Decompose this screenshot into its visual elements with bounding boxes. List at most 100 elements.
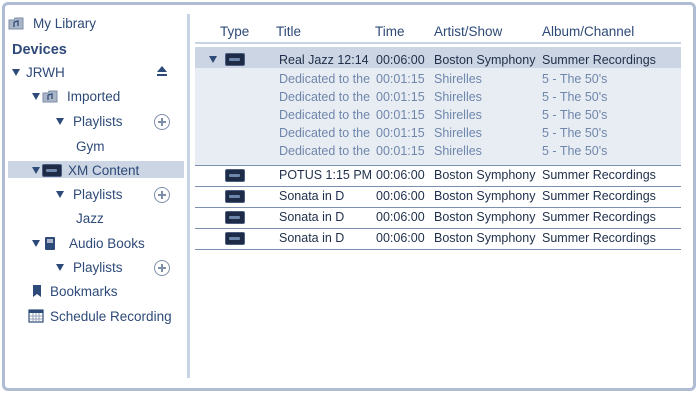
sidebar-item-label: Imported — [67, 88, 121, 104]
row-divider — [195, 228, 681, 229]
row-divider — [195, 249, 681, 250]
child-title[interactable]: Dedicated to the — [279, 126, 370, 140]
sidebar-item-label: Playlists — [73, 259, 123, 275]
sidebar-item-label: XM Content — [68, 162, 140, 178]
content-table: Type Title Time Artist/Show Album/Channe… — [195, 14, 681, 378]
sidebar-item-xm-content[interactable]: XM Content — [32, 161, 139, 179]
pane-divider[interactable] — [187, 14, 190, 378]
child-artist: Shirelles — [434, 144, 482, 158]
row-artist: Boston Symphony — [434, 210, 536, 224]
sidebar-item-playlists-xm[interactable]: Playlists — [56, 185, 123, 203]
expand-triangle-icon[interactable] — [32, 92, 40, 100]
expand-triangle-icon[interactable] — [32, 166, 40, 174]
add-playlist-icon[interactable] — [154, 260, 170, 276]
child-album: 5 - The 50's — [542, 126, 608, 140]
child-album: 5 - The 50's — [542, 144, 608, 158]
bookmark-icon — [33, 285, 41, 297]
child-title[interactable]: Dedicated to the — [279, 144, 370, 158]
sidebar-item-label: Audio Books — [69, 235, 145, 251]
child-title[interactable]: Dedicated to the — [279, 72, 370, 86]
calendar-icon — [28, 309, 44, 323]
sidebar-item-label: Bookmarks — [50, 283, 118, 299]
sidebar-item-label: Playlists — [73, 113, 123, 129]
row-title[interactable]: Sonata in D — [279, 189, 344, 203]
sidebar-item-label: Schedule Recording — [50, 308, 172, 324]
row-album: Summer Recordings — [542, 210, 656, 224]
row-album: Summer Recordings — [542, 189, 656, 203]
xm-radio-icon — [225, 232, 245, 245]
row-divider — [195, 165, 681, 166]
header-divider — [195, 42, 681, 44]
child-artist: Shirelles — [434, 126, 482, 140]
expand-triangle-icon[interactable] — [12, 68, 20, 76]
child-time: 00:01:15 — [376, 144, 425, 158]
expand-triangle-icon[interactable] — [56, 117, 64, 125]
add-playlist-icon[interactable] — [154, 114, 170, 130]
sidebar-item-label: Gym — [76, 138, 105, 154]
row-time: 00:06:00 — [376, 189, 425, 203]
xm-radio-icon — [225, 211, 245, 224]
child-time: 00:01:15 — [376, 72, 425, 86]
expand-triangle-icon[interactable] — [56, 190, 64, 198]
child-artist: Shirelles — [434, 90, 482, 104]
row-title[interactable]: Sonata in D — [279, 231, 344, 245]
sidebar-item-playlists-imported[interactable]: Playlists — [56, 112, 123, 130]
eject-icon[interactable] — [156, 65, 168, 77]
child-artist: Shirelles — [434, 108, 482, 122]
row-time: 00:06:00 — [376, 210, 425, 224]
xm-radio-icon — [225, 169, 245, 182]
sidebar-item-gym[interactable]: Gym — [76, 137, 105, 155]
expand-triangle-icon[interactable] — [32, 239, 40, 247]
child-album: 5 - The 50's — [542, 90, 608, 104]
sidebar-item-bookmarks[interactable]: Bookmarks — [32, 282, 118, 300]
sidebar-item-label: Playlists — [73, 186, 123, 202]
child-album: 5 - The 50's — [542, 108, 608, 122]
audio-book-icon — [45, 236, 55, 250]
row-title[interactable]: POTUS 1:15 PM — [279, 168, 372, 182]
sidebar: My Library Devices JRWH Imported Playlis… — [8, 10, 184, 380]
xm-radio-icon — [42, 163, 62, 177]
child-time: 00:01:15 — [376, 90, 425, 104]
sidebar-item-my-library[interactable]: My Library — [8, 14, 96, 32]
sidebar-item-label: JRWH — [26, 64, 65, 80]
sidebar-item-label: Jazz — [76, 210, 104, 226]
child-title[interactable]: Dedicated to the — [279, 108, 370, 122]
child-title[interactable]: Dedicated to the — [279, 90, 370, 104]
collapse-triangle-icon[interactable] — [209, 56, 217, 63]
child-artist: Shirelles — [434, 72, 482, 86]
child-time: 00:01:15 — [376, 108, 425, 122]
group-title: Real Jazz 12:14 — [279, 53, 369, 67]
devices-heading: Devices — [12, 42, 67, 58]
group-album: Summer Recordings — [542, 53, 656, 67]
sidebar-item-label: My Library — [33, 15, 97, 31]
add-playlist-icon[interactable] — [154, 187, 170, 203]
column-header-time[interactable]: Time — [375, 24, 405, 39]
column-header-album[interactable]: Album/Channel — [542, 24, 634, 39]
group-time: 00:06:00 — [376, 53, 425, 67]
row-divider — [195, 186, 681, 187]
row-time: 00:06:00 — [376, 231, 425, 245]
sidebar-item-device[interactable]: JRWH — [12, 63, 65, 81]
child-album: 5 - The 50's — [542, 72, 608, 86]
column-header-title[interactable]: Title — [276, 24, 301, 39]
row-artist: Boston Symphony — [434, 168, 536, 182]
child-time: 00:01:15 — [376, 126, 425, 140]
sidebar-item-jazz[interactable]: Jazz — [76, 209, 104, 227]
sidebar-item-audio-books[interactable]: Audio Books — [32, 234, 145, 252]
sidebar-item-schedule-recording[interactable]: Schedule Recording — [28, 307, 172, 325]
row-artist: Boston Symphony — [434, 189, 536, 203]
sidebar-item-playlists-audio[interactable]: Playlists — [56, 258, 123, 276]
group-artist: Boston Symphony — [434, 53, 536, 67]
xm-radio-icon — [225, 190, 245, 203]
row-title[interactable]: Sonata in D — [279, 210, 344, 224]
row-album: Summer Recordings — [542, 231, 656, 245]
column-header-type[interactable]: Type — [220, 24, 249, 39]
row-time: 00:06:00 — [376, 168, 425, 182]
row-artist: Boston Symphony — [434, 231, 536, 245]
column-header-artist[interactable]: Artist/Show — [434, 24, 502, 39]
xm-radio-icon — [225, 53, 245, 66]
sidebar-item-imported[interactable]: Imported — [32, 87, 120, 105]
library-icon — [8, 17, 24, 29]
expand-triangle-icon[interactable] — [56, 263, 64, 271]
folder-music-icon — [42, 90, 58, 102]
